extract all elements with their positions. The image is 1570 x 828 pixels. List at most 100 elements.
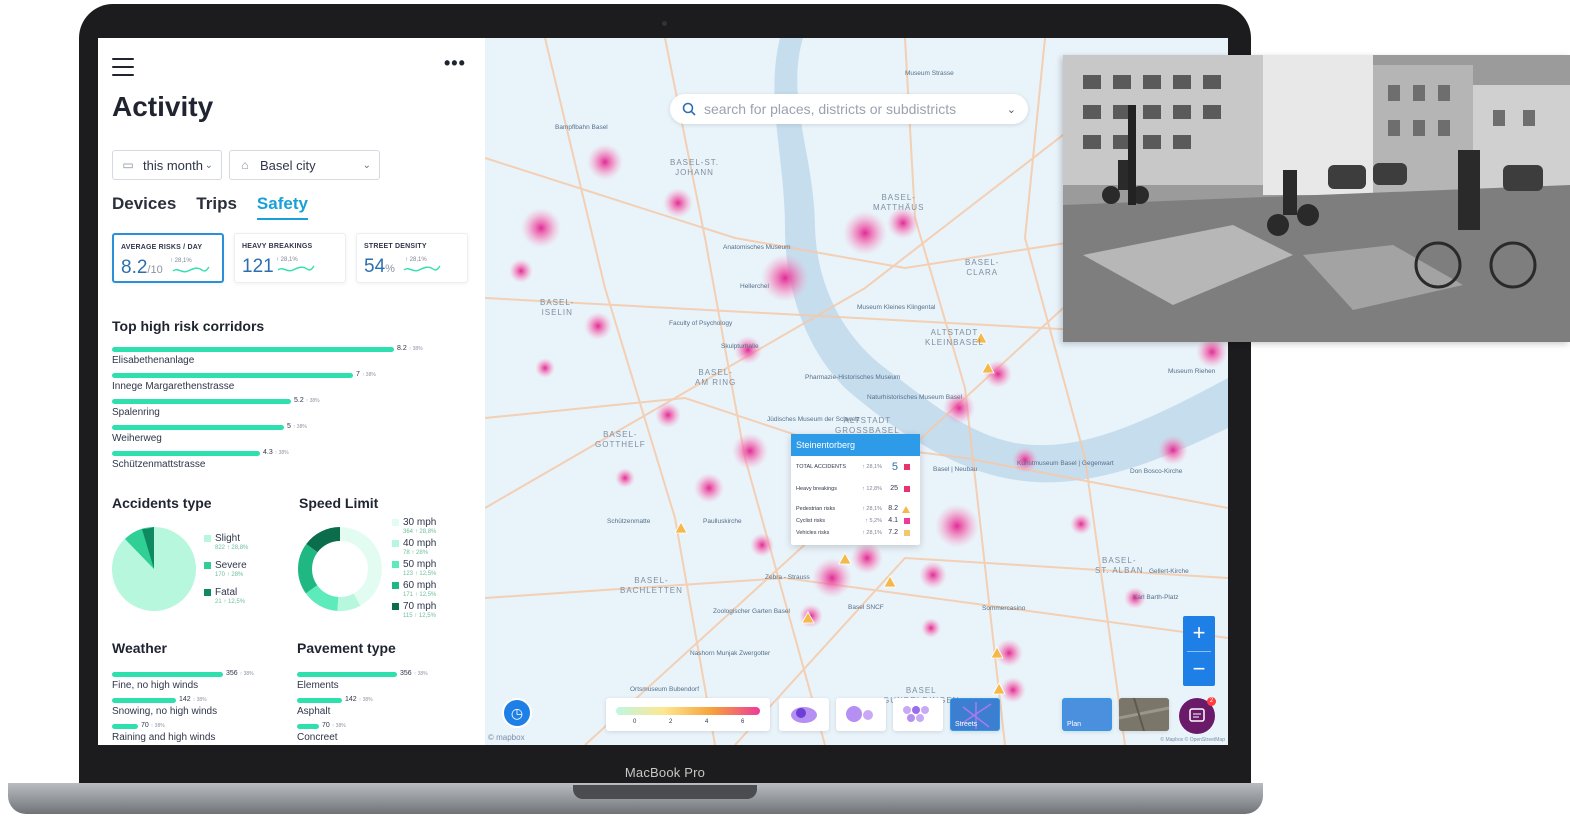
- speed-donut-chart: [298, 527, 382, 611]
- map-poi: Basel | Neubau: [933, 466, 978, 473]
- bar: [112, 724, 138, 729]
- map-poi: Jüdisches Museum der Schweiz: [767, 416, 860, 423]
- street-photo-image: [1063, 55, 1570, 342]
- tab-safety[interactable]: Safety: [256, 194, 308, 220]
- popup-row: TOTAL ACCIDENTS ↑ 28,1% 5: [796, 461, 916, 473]
- home-icon: ⌂: [241, 158, 249, 172]
- popup-row: Vehicles risks ↑ 28,1% 7.2: [796, 529, 916, 539]
- map-poi: Hellerchel: [740, 283, 769, 290]
- kpi-average-risks[interactable]: AVERAGE RISKS / DAY 8.2/10 ↑ 28,1%: [112, 233, 224, 283]
- menu-icon[interactable]: [112, 58, 134, 76]
- map-poi: Nashorn Munjak Zwergotter: [690, 650, 771, 657]
- kpi-trend: ↑ 28,1%: [170, 258, 192, 264]
- bar-label: Weiherweg: [112, 433, 162, 444]
- scale-tick: 6: [741, 719, 745, 725]
- kpi-trend: ↑ 28,1%: [405, 257, 427, 263]
- bar-label: Schützenmattstrasse: [112, 459, 206, 470]
- bar-value: 70 ↑ 38%: [141, 722, 165, 729]
- zoom-in-button[interactable]: +: [1183, 616, 1215, 651]
- chat-button[interactable]: 2: [1179, 697, 1216, 734]
- bar-label: Innege Margarethenstrasse: [112, 381, 235, 392]
- zoom-control: + −: [1183, 616, 1215, 686]
- search-input[interactable]: search for places, districts or subdistr…: [670, 94, 1028, 124]
- speed-title: Speed Limit: [299, 495, 379, 511]
- bar-label: Raining and high winds: [112, 732, 216, 743]
- pavement-title: Pavement type: [297, 640, 396, 656]
- bar: [297, 672, 397, 677]
- map-poi: Museum Riehen: [1168, 368, 1216, 375]
- status-marker: [904, 518, 910, 524]
- layer-label: Plan: [1067, 721, 1082, 728]
- legend-swatch: [392, 582, 399, 589]
- location-value: Basel city: [260, 157, 316, 173]
- heatmap-layer-icon: [791, 707, 817, 723]
- legend-speed: 30 mph 364 ↑ 28,8%: [392, 517, 436, 535]
- map-poi: Pharmazie-Historisches Museum: [805, 374, 901, 381]
- kpi-street-density[interactable]: STREET DENSITY 54% ↑ 28,1%: [356, 233, 468, 283]
- plan-view-button[interactable]: Plan: [1062, 698, 1112, 731]
- legend-swatch: [392, 519, 399, 526]
- hexbin-layer-button[interactable]: [893, 698, 943, 731]
- bar-value: 4.3 ↑ 38%: [263, 449, 289, 456]
- map-poi: Museum Strasse: [905, 70, 954, 77]
- screen: ••• Activity ▭ this month ⌄ ⌂ Basel city…: [98, 38, 1228, 745]
- kpi-value: 121: [242, 256, 274, 277]
- weather-title: Weather: [112, 640, 167, 656]
- map-poi: Gellert-Kirche: [1149, 568, 1189, 575]
- map-poi: Karl Barth-Platz: [1133, 594, 1179, 601]
- bar-value: 356 ↑ 38%: [226, 670, 254, 677]
- streets-layer-button[interactable]: Streets: [950, 698, 1000, 731]
- legend-severe: Severe 170 ↑ 28%: [204, 560, 247, 578]
- map-poi: Kunstmuseum Basel | Gegenwart: [1017, 460, 1114, 467]
- kpi-label: STREET DENSITY: [364, 243, 427, 250]
- kpi-value: 8.2/10: [121, 257, 163, 278]
- heatmap-layer-button[interactable]: [779, 698, 829, 731]
- accidents-title: Accidents type: [112, 495, 212, 511]
- map-poi: Ortsmuseum Bubendorf: [630, 686, 700, 693]
- hexbin-layer-icon: [903, 706, 929, 722]
- bar: [112, 347, 394, 352]
- tab-devices[interactable]: Devices: [112, 194, 176, 220]
- scale-tick: 0: [633, 719, 637, 725]
- status-marker: [904, 464, 910, 470]
- warning-icon: [902, 506, 910, 513]
- bar: [297, 698, 342, 703]
- district-label: BASEL- CLARA: [965, 258, 1000, 277]
- popup-row: Pedestrian risks ↑ 28,1% 8.2: [796, 505, 916, 515]
- stage: MacBook Pro ••• Activity ▭ this month ⌄ …: [0, 0, 1570, 828]
- clock-icon[interactable]: ◷: [502, 698, 532, 728]
- scale-tick: 2: [669, 719, 673, 725]
- map-attribution[interactable]: © Mapbox © OpenStreetMap: [1160, 737, 1225, 743]
- mapbox-logo[interactable]: © mapbox: [488, 733, 525, 742]
- period-dropdown[interactable]: ▭ this month ⌄: [112, 150, 222, 180]
- kpi-label: HEAVY BREAKINGS: [242, 243, 313, 250]
- bar-value: 70 ↑ 38%: [322, 722, 346, 729]
- activity-panel: ••• Activity ▭ this month ⌄ ⌂ Basel city…: [98, 38, 485, 745]
- bar: [112, 451, 260, 456]
- tabs: Devices Trips Safety: [112, 194, 308, 220]
- bar-label: Snowing, no high winds: [112, 706, 218, 717]
- more-options-icon[interactable]: •••: [444, 54, 470, 72]
- zoom-out-button[interactable]: −: [1183, 652, 1215, 687]
- legend-speed: 70 mph 115 ↑ 12,5%: [392, 601, 436, 619]
- kpi-heavy-breakings[interactable]: HEAVY BREAKINGS 121 ↑ 28,1%: [234, 233, 346, 283]
- bar: [112, 672, 223, 677]
- chevron-down-icon: ⌄: [204, 159, 213, 171]
- bar: [112, 373, 353, 378]
- bar-value: 142 ↑ 38%: [179, 696, 207, 703]
- map-poi: Zebra - Strauss: [765, 574, 810, 581]
- tab-trips[interactable]: Trips: [196, 194, 237, 220]
- legend-swatch: [204, 589, 211, 596]
- satellite-view-button[interactable]: [1119, 698, 1169, 731]
- accidents-pie-chart: [112, 527, 196, 611]
- bubble-layer-button[interactable]: [836, 698, 886, 731]
- district-label: BASEL- ISELIN: [540, 298, 575, 317]
- kpi-trend: ↑ 28,1%: [276, 257, 298, 263]
- bar-value: 8.2 ↑ 38%: [397, 345, 423, 352]
- map-poi: Bampflbahn Basel: [555, 124, 608, 131]
- location-popup: Steinentorberg TOTAL ACCIDENTS ↑ 28,1% 5 He…: [791, 434, 920, 545]
- kpi-cards: AVERAGE RISKS / DAY 8.2/10 ↑ 28,1% HEAVY…: [112, 233, 468, 283]
- legend-swatch: [392, 540, 399, 547]
- chevron-down-icon[interactable]: ⌄: [1007, 103, 1016, 116]
- location-dropdown[interactable]: ⌂ Basel city ⌄: [229, 150, 380, 180]
